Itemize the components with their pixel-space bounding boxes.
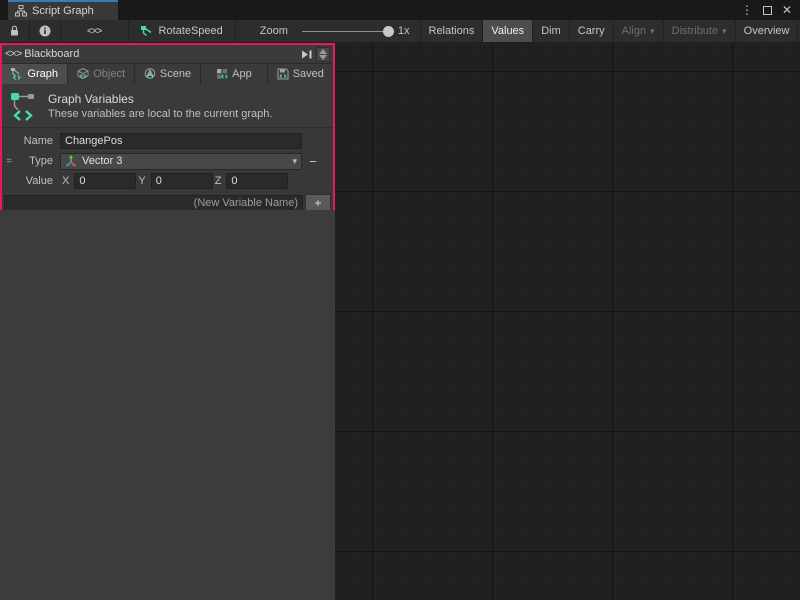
- type-dropdown[interactable]: Vector 3 ▾: [60, 153, 302, 170]
- script-graph-window: Script Graph ⋮ ✕: [0, 0, 800, 600]
- section-title: Graph Variables: [48, 92, 272, 106]
- dropdown-arrow-icon: ▾: [650, 26, 655, 37]
- relations-button[interactable]: Relations: [421, 20, 484, 42]
- info-button[interactable]: [30, 20, 61, 42]
- tab-title: Script Graph: [32, 5, 94, 17]
- values-button[interactable]: Values: [483, 20, 533, 42]
- variable-name-input[interactable]: [60, 133, 302, 149]
- zoom-slider[interactable]: [302, 31, 390, 32]
- drag-handle-icon[interactable]: =: [2, 156, 16, 167]
- tab-bar-spacer: [118, 0, 741, 20]
- info-icon: [39, 25, 51, 37]
- blackboard-title: Blackboard: [24, 48, 79, 60]
- add-variable-button[interactable]: +: [305, 194, 331, 211]
- window-tab-bar: Script Graph ⋮ ✕: [0, 0, 800, 20]
- distribute-button[interactable]: Distribute ▾: [664, 20, 736, 42]
- dock-panel-icon[interactable]: [300, 49, 313, 60]
- new-variable-row: +: [4, 194, 331, 211]
- zoom-value: 1x: [398, 25, 410, 37]
- dim-button[interactable]: Dim: [533, 20, 570, 42]
- breadcrumb-label: RotateSpeed: [159, 25, 223, 37]
- graph-variables-icon: [10, 90, 36, 122]
- dropdown-arrow-icon: ▾: [722, 26, 727, 37]
- axis-z-label: Z: [213, 175, 227, 187]
- lock-icon: [9, 25, 20, 37]
- variable-editor: Name = Type: [2, 128, 333, 211]
- graph-glyph-icon: <×>: [5, 48, 21, 60]
- object-tab-icon: [77, 68, 89, 80]
- chevron-down-icon: ▾: [292, 156, 297, 167]
- section-description: These variables are local to the current…: [48, 108, 272, 120]
- blackboard-panel: <×> Blackboard: [0, 43, 335, 210]
- app-tab-icon: [216, 68, 228, 80]
- blackboard-header: <×> Blackboard: [2, 45, 333, 63]
- tab-scene[interactable]: Scene: [135, 64, 200, 84]
- value-row: Value X Y Z: [2, 171, 333, 191]
- script-graph-icon: [15, 5, 27, 17]
- value-y-input[interactable]: [151, 173, 213, 189]
- carry-button[interactable]: Carry: [570, 20, 614, 42]
- graph-toolbar: <×> RotateSpeed Zoom 1x Relations Values: [0, 20, 800, 43]
- type-row: = Type Vector 3: [2, 151, 333, 171]
- vector3-icon: [65, 155, 77, 167]
- window-close-icon[interactable]: ✕: [782, 3, 792, 17]
- value-label: Value: [2, 175, 60, 187]
- axis-x-label: X: [60, 175, 74, 187]
- window-maximize-icon[interactable]: [763, 6, 772, 15]
- arrow-down-icon: [319, 55, 327, 60]
- graph-variables-header: Graph Variables These variables are loca…: [2, 84, 333, 128]
- zoom-control: Zoom 1x: [236, 20, 421, 42]
- tab-script-graph[interactable]: Script Graph: [8, 0, 118, 20]
- new-variable-name-input[interactable]: [4, 195, 303, 211]
- tab-app[interactable]: App: [201, 64, 266, 84]
- zoom-slider-handle[interactable]: [383, 26, 394, 37]
- name-label: Name: [2, 135, 60, 147]
- panel-spinner-control[interactable]: [316, 47, 330, 62]
- name-row: Name: [2, 131, 333, 151]
- tab-object[interactable]: Object: [68, 64, 133, 84]
- window-menu-icon[interactable]: ⋮: [741, 3, 753, 17]
- arrow-up-icon: [319, 49, 327, 54]
- tab-saved[interactable]: Saved: [268, 64, 333, 84]
- overview-button[interactable]: Overview: [736, 20, 799, 42]
- tab-graph[interactable]: Graph: [2, 64, 67, 84]
- type-value: Vector 3: [82, 155, 122, 167]
- zoom-label: Zoom: [260, 25, 288, 37]
- value-x-input[interactable]: [74, 173, 136, 189]
- graph-root-breadcrumb-button[interactable]: <×>: [61, 20, 129, 42]
- graph-canvas[interactable]: [335, 43, 800, 600]
- scene-tab-icon: [144, 68, 156, 80]
- axis-y-label: Y: [136, 175, 150, 187]
- align-button[interactable]: Align ▾: [614, 20, 664, 42]
- breadcrumb-current-graph[interactable]: RotateSpeed: [129, 20, 236, 42]
- saved-tab-icon: [277, 68, 289, 80]
- left-panel: <×> Blackboard: [0, 43, 335, 600]
- node-tree-icon: [141, 26, 153, 37]
- blackboard-tabs: Graph Object: [2, 63, 333, 84]
- side-panel-empty-area: [0, 210, 335, 600]
- graph-tab-icon: [11, 68, 23, 80]
- lock-button[interactable]: [0, 20, 30, 42]
- graph-glyph-icon: <×>: [87, 26, 102, 37]
- remove-variable-button[interactable]: −: [302, 154, 324, 169]
- type-label: Type: [16, 155, 60, 167]
- value-z-input[interactable]: [226, 173, 288, 189]
